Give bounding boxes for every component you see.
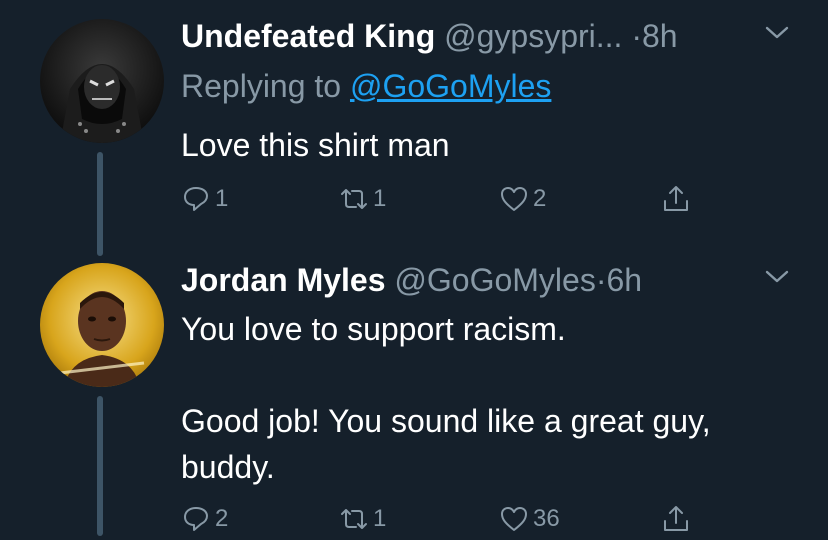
retweet-count: 1 <box>373 185 387 212</box>
timestamp[interactable]: 6h <box>606 262 642 298</box>
tweet-actions: 1 1 2 <box>181 184 801 220</box>
reply-icon <box>184 507 208 531</box>
separator-dot: · <box>631 18 642 54</box>
retweet-button[interactable]: 1 <box>339 504 386 534</box>
share-icon <box>664 506 688 531</box>
reply-button[interactable]: 1 <box>181 184 228 214</box>
avatar[interactable] <box>40 19 164 143</box>
retweet-button[interactable]: 1 <box>339 184 386 214</box>
handle[interactable]: @gypsypri... <box>444 18 622 54</box>
like-count: 36 <box>533 505 560 532</box>
chevron-down-icon[interactable] <box>764 24 790 42</box>
replying-to-link[interactable]: @GoGoMyles <box>350 68 551 104</box>
timestamp[interactable]: 8h <box>642 18 678 54</box>
share-button[interactable] <box>661 504 691 534</box>
like-count: 2 <box>533 185 547 212</box>
thread-line <box>97 152 103 256</box>
reply-button[interactable]: 2 <box>181 504 228 534</box>
retweet-icon <box>341 509 367 529</box>
masked-hooded-figure-avatar <box>40 19 164 143</box>
tweet-header: Jordan Myles @GoGoMyles·6h <box>181 262 828 302</box>
share-button[interactable] <box>661 184 691 214</box>
retweet-icon <box>341 189 367 209</box>
tweet-jordan-myles[interactable]: Jordan Myles @GoGoMyles·6h You love to s… <box>0 258 828 536</box>
display-name[interactable]: Jordan Myles <box>181 262 386 298</box>
thread-line <box>97 396 103 536</box>
reply-count: 1 <box>215 185 229 212</box>
tweet-undefeated-king[interactable]: Undefeated King @gypsypri... ·8h Replyin… <box>0 0 828 258</box>
tweet-header: Undefeated King @gypsypri... ·8h <box>181 18 828 58</box>
heart-icon <box>501 507 527 531</box>
retweet-count: 1 <box>373 505 387 532</box>
share-icon <box>664 186 688 211</box>
handle[interactable]: @GoGoMyles <box>394 262 595 298</box>
display-name[interactable]: Undefeated King <box>181 18 435 54</box>
replying-to-label: Replying to <box>181 68 350 104</box>
like-button[interactable]: 36 <box>499 504 560 534</box>
chevron-down-icon[interactable] <box>764 268 790 286</box>
tweet-text: Love this shirt man <box>181 127 450 163</box>
reply-count: 2 <box>215 505 229 532</box>
heart-icon <box>501 187 527 211</box>
separator-dot: · <box>595 262 607 298</box>
tweet-actions: 2 1 36 <box>181 504 801 540</box>
tweet-text: You love to support racism. Good job! Yo… <box>181 311 711 485</box>
replying-to: Replying to @GoGoMyles <box>181 68 551 105</box>
avatar[interactable] <box>40 263 164 387</box>
reply-icon <box>184 187 208 211</box>
like-button[interactable]: 2 <box>499 184 546 214</box>
wrestler-portrait-avatar <box>40 263 164 387</box>
